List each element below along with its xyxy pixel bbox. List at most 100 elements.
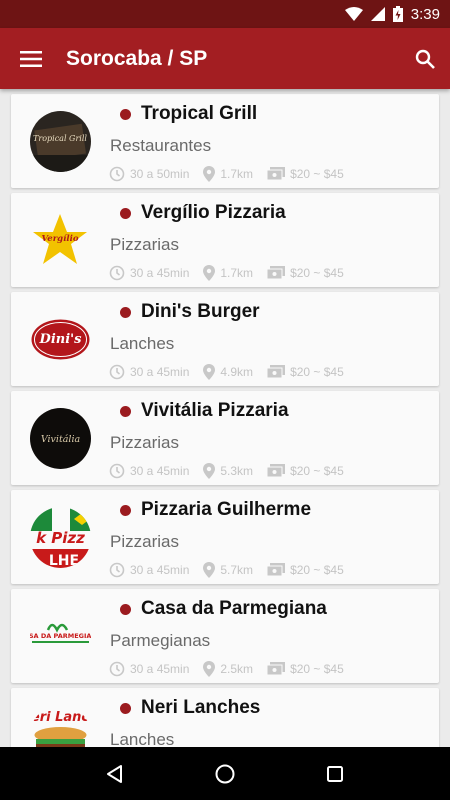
delivery-time: 30 a 45min — [130, 662, 190, 676]
restaurant-name: Vergílio Pizzaria — [141, 202, 286, 223]
price-range: $20 ~ $45 — [290, 563, 344, 577]
back-icon — [107, 764, 122, 783]
recents-button[interactable] — [305, 747, 365, 800]
location-pin-icon — [203, 265, 216, 281]
restaurant-card[interactable]: CASA DA PARMEGIANA Casa da Parmegiana Pa… — [11, 589, 439, 683]
back-button[interactable] — [85, 747, 145, 800]
status-dot — [120, 108, 131, 120]
svg-text:LHE: LHE — [49, 553, 79, 568]
delivery-time: 30 a 45min — [130, 563, 190, 577]
clock-icon — [109, 562, 125, 578]
restaurant-logo: k Pizz LHE — [30, 507, 91, 568]
distance: 1.7km — [220, 167, 254, 181]
home-icon — [215, 764, 235, 783]
restaurant-list[interactable]: Tropical Grill Tropical Grill Restaurant… — [0, 89, 450, 747]
restaurant-name: Vivitália Pizzaria — [141, 400, 289, 421]
restaurant-card[interactable]: eri Lanc Neri Lanches Lanches — [11, 688, 439, 747]
clock-icon — [109, 661, 125, 677]
distance: 1.7km — [220, 266, 254, 280]
restaurant-meta: 30 a 50min 1.7km $20 ~ $45 — [109, 166, 358, 182]
money-icon — [267, 563, 286, 577]
restaurant-name: Dini's Burger — [141, 301, 260, 322]
wifi-icon — [344, 7, 363, 21]
system-nav-bar — [0, 747, 450, 800]
distance: 5.7km — [220, 563, 254, 577]
app-bar: Sorocaba / SP — [0, 28, 450, 89]
restaurant-logo: eri Lanc — [30, 705, 91, 747]
distance: 4.9km — [220, 365, 254, 379]
price-range: $20 ~ $45 — [290, 167, 344, 181]
battery-charging-icon — [392, 6, 403, 22]
svg-text:CASA DA PARMEGIANA: CASA DA PARMEGIANA — [30, 632, 91, 640]
restaurant-category: Pizzarias — [110, 433, 179, 452]
restaurant-name: Tropical Grill — [141, 103, 258, 124]
restaurant-card[interactable]: Dini's Dini's Burger Lanches 30 a 45min … — [11, 292, 439, 386]
money-icon — [267, 365, 286, 379]
money-icon — [267, 662, 286, 676]
price-range: $20 ~ $45 — [290, 266, 344, 280]
svg-text:k Pizz: k Pizz — [36, 529, 85, 547]
restaurant-name: Casa da Parmegiana — [141, 598, 327, 619]
restaurant-meta: 30 a 45min 1.7km $20 ~ $45 — [109, 265, 358, 281]
restaurant-meta: 30 a 45min 5.3km $20 ~ $45 — [109, 463, 358, 479]
restaurant-card[interactable]: Vivitália Vivitália Pizzaria Pizzarias 3… — [11, 391, 439, 485]
restaurant-logo: Vivitália — [30, 408, 91, 469]
delivery-time: 30 a 45min — [130, 464, 190, 478]
money-icon — [267, 464, 286, 478]
restaurant-logo: CASA DA PARMEGIANA — [30, 606, 91, 667]
menu-icon — [20, 50, 42, 67]
money-icon — [267, 266, 286, 280]
restaurant-name: Neri Lanches — [141, 697, 261, 718]
delivery-time: 30 a 45min — [130, 365, 190, 379]
page-title: Sorocaba / SP — [66, 46, 208, 70]
status-bar: 3:39 — [0, 0, 450, 28]
restaurant-card[interactable]: Tropical Grill Tropical Grill Restaurant… — [11, 94, 439, 188]
restaurant-category: Pizzarias — [110, 532, 179, 551]
restaurant-card[interactable]: k Pizz LHE Pizzaria Guilherme Pizzarias … — [11, 490, 439, 584]
location-pin-icon — [203, 364, 216, 380]
status-dot — [120, 702, 131, 714]
search-button[interactable] — [400, 28, 450, 89]
clock-icon — [109, 265, 125, 281]
restaurant-category: Lanches — [110, 730, 175, 747]
recents-icon — [327, 765, 343, 782]
svg-text:Tropical Grill: Tropical Grill — [33, 134, 87, 143]
location-pin-icon — [203, 661, 216, 677]
status-dot — [120, 207, 131, 219]
restaurant-meta: 30 a 45min 5.7km $20 ~ $45 — [109, 562, 358, 578]
status-dot — [120, 306, 131, 318]
price-range: $20 ~ $45 — [290, 464, 344, 478]
delivery-time: 30 a 45min — [130, 266, 190, 280]
signal-icon — [370, 7, 385, 21]
distance: 5.3km — [220, 464, 254, 478]
location-pin-icon — [203, 463, 216, 479]
status-dot — [120, 504, 131, 516]
distance: 2.5km — [220, 662, 254, 676]
home-button[interactable] — [195, 747, 255, 800]
restaurant-logo: Vergílio — [30, 210, 91, 271]
svg-text:eri Lanc: eri Lanc — [31, 710, 90, 725]
restaurant-category: Parmegianas — [110, 631, 211, 650]
status-dot — [120, 603, 131, 615]
search-icon — [415, 49, 435, 69]
restaurant-meta: 30 a 45min 4.9km $20 ~ $45 — [109, 364, 358, 380]
svg-text:Vergílio: Vergílio — [41, 233, 78, 244]
location-pin-icon — [203, 166, 216, 182]
clock-icon — [109, 364, 125, 380]
svg-text:Dini's: Dini's — [39, 332, 83, 347]
restaurant-category: Restaurantes — [110, 136, 212, 155]
restaurant-logo: Tropical Grill — [30, 111, 91, 172]
restaurant-category: Lanches — [110, 334, 175, 353]
location-pin-icon — [203, 562, 216, 578]
price-range: $20 ~ $45 — [290, 662, 344, 676]
price-range: $20 ~ $45 — [290, 365, 344, 379]
money-icon — [267, 167, 286, 181]
status-dot — [120, 405, 131, 417]
delivery-time: 30 a 50min — [130, 167, 190, 181]
svg-text:Vivitália: Vivitália — [41, 434, 81, 445]
restaurant-card[interactable]: Vergílio Vergílio Pizzaria Pizzarias 30 … — [11, 193, 439, 287]
clock-icon — [109, 166, 125, 182]
clock-icon — [109, 463, 125, 479]
restaurant-name: Pizzaria Guilherme — [141, 499, 312, 520]
menu-button[interactable] — [0, 28, 62, 89]
